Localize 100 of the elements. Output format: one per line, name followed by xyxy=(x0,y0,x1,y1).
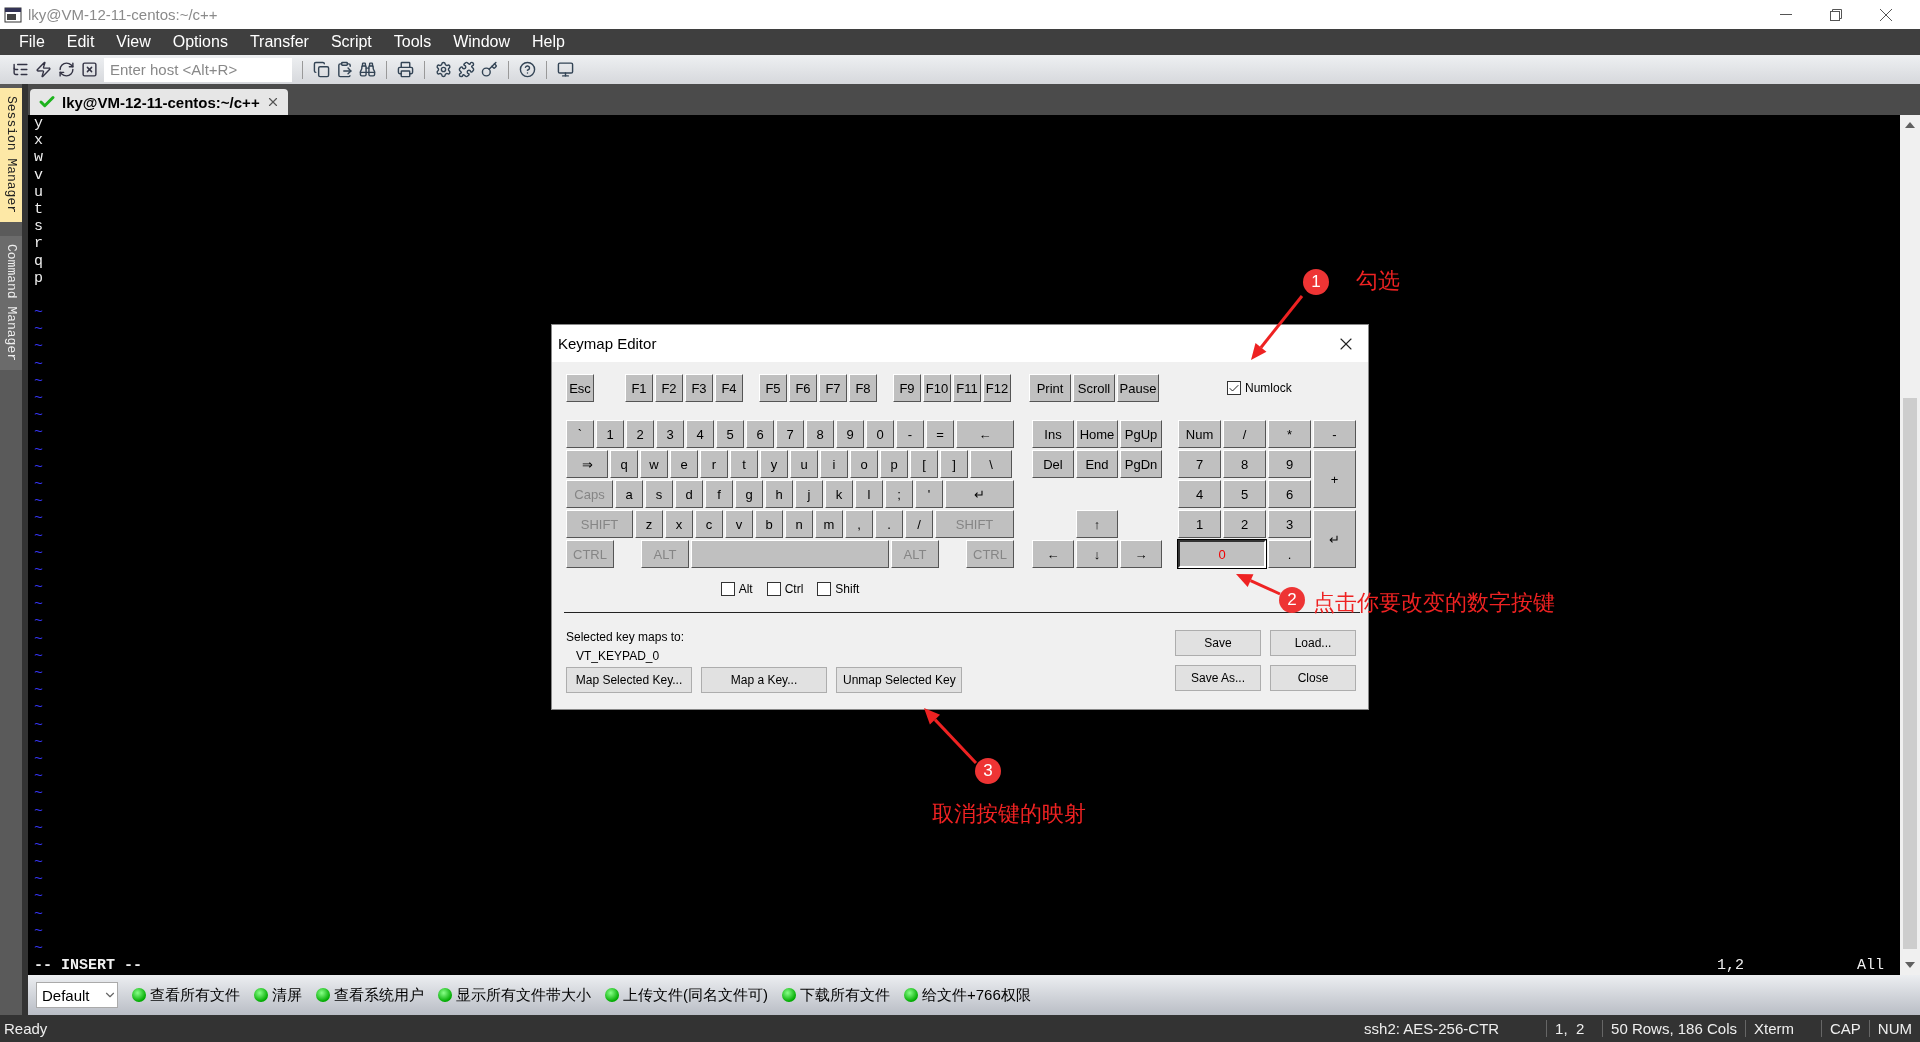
key[interactable]: F5 xyxy=(759,374,787,402)
key[interactable]: ] xyxy=(940,450,968,478)
key[interactable]: / xyxy=(1223,420,1266,448)
menu-item[interactable]: Window xyxy=(442,33,522,51)
command-button[interactable]: 上传文件(同名文件可) xyxy=(605,985,768,1005)
key[interactable]: a xyxy=(615,480,643,508)
key[interactable]: s xyxy=(645,480,673,508)
key[interactable]: F9 xyxy=(893,374,921,402)
scroll-down-icon[interactable] xyxy=(1905,962,1915,968)
dialog-button[interactable]: Save As... xyxy=(1175,665,1261,691)
key[interactable]: Scroll xyxy=(1073,374,1115,402)
key[interactable]: . xyxy=(1268,540,1311,568)
puzzle-icon[interactable] xyxy=(458,61,475,78)
key[interactable]: ↵ xyxy=(1313,510,1356,568)
key[interactable]: ← xyxy=(1032,540,1074,568)
key[interactable]: 0 xyxy=(866,420,894,448)
key[interactable]: c xyxy=(695,510,723,538)
key[interactable]: 9 xyxy=(1268,450,1311,478)
binoculars-icon[interactable] xyxy=(359,61,376,78)
menu-item[interactable]: Script xyxy=(319,33,383,51)
key[interactable]: i xyxy=(820,450,848,478)
key[interactable]: 4 xyxy=(686,420,714,448)
key[interactable]: Pause xyxy=(1117,374,1159,402)
numlock-checkbox[interactable]: Numlock xyxy=(1227,381,1292,395)
menu-item[interactable]: Transfer xyxy=(238,33,320,51)
key[interactable]: 3 xyxy=(656,420,684,448)
modifier-checkbox[interactable]: Alt xyxy=(720,582,753,596)
key[interactable]: 9 xyxy=(836,420,864,448)
key[interactable]: r xyxy=(700,450,728,478)
key[interactable]: End xyxy=(1076,450,1118,478)
dialog-button[interactable]: Load... xyxy=(1270,630,1356,656)
key[interactable]: ↓ xyxy=(1076,540,1118,568)
key[interactable]: / xyxy=(905,510,933,538)
key[interactable]: 2 xyxy=(1223,510,1266,538)
disconnect-icon[interactable] xyxy=(81,61,98,78)
copy-icon[interactable] xyxy=(313,61,330,78)
key[interactable]: ⇒ xyxy=(566,450,608,478)
key[interactable]: j xyxy=(795,480,823,508)
key[interactable]: f xyxy=(705,480,733,508)
key[interactable]: 3 xyxy=(1268,510,1311,538)
key[interactable]: m xyxy=(815,510,843,538)
modifier-checkbox[interactable]: Ctrl xyxy=(766,582,804,596)
key[interactable]: n xyxy=(785,510,813,538)
key[interactable]: \ xyxy=(970,450,1012,478)
menu-item[interactable]: Edit xyxy=(55,33,106,51)
button-bar-selector[interactable]: Default xyxy=(36,982,118,1008)
command-button[interactable]: 下载所有文件 xyxy=(782,985,890,1005)
key[interactable]: 4 xyxy=(1178,480,1221,508)
key[interactable]: F3 xyxy=(685,374,713,402)
key[interactable]: z xyxy=(635,510,663,538)
key[interactable]: = xyxy=(926,420,954,448)
help-icon[interactable] xyxy=(519,61,536,78)
menu-item[interactable]: Tools xyxy=(382,33,443,51)
key[interactable]: x xyxy=(665,510,693,538)
key[interactable]: 5 xyxy=(1223,480,1266,508)
key[interactable]: 8 xyxy=(806,420,834,448)
key[interactable]: y xyxy=(760,450,788,478)
key[interactable]: h xyxy=(765,480,793,508)
key[interactable]: p xyxy=(880,450,908,478)
key[interactable]: [ xyxy=(910,450,938,478)
minimize-icon[interactable] xyxy=(1780,13,1792,16)
key[interactable]: 6 xyxy=(746,420,774,448)
key[interactable]: → xyxy=(1120,540,1162,568)
key[interactable]: * xyxy=(1268,420,1311,448)
key[interactable]: F10 xyxy=(923,374,951,402)
command-button[interactable]: 查看所有文件 xyxy=(132,985,240,1005)
key[interactable]: - xyxy=(896,420,924,448)
key[interactable]: , xyxy=(845,510,873,538)
key[interactable]: - xyxy=(1313,420,1356,448)
paste-icon[interactable] xyxy=(336,61,353,78)
dialog-button[interactable]: Map a Key... xyxy=(701,667,827,693)
restore-icon[interactable] xyxy=(1830,8,1842,21)
key[interactable]: Esc xyxy=(566,374,594,402)
key[interactable]: 8 xyxy=(1223,450,1266,478)
key[interactable]: 5 xyxy=(716,420,744,448)
key[interactable]: g xyxy=(735,480,763,508)
key[interactable]: PgDn xyxy=(1120,450,1162,478)
monitor-icon[interactable] xyxy=(557,61,574,78)
session-tab[interactable]: lky@VM-12-11-centos:~/c++ xyxy=(30,89,288,115)
menu-item[interactable]: View xyxy=(105,33,162,51)
host-field[interactable]: Enter host <Alt+R> xyxy=(104,57,292,82)
key[interactable]: PgUp xyxy=(1120,420,1162,448)
key[interactable]: u xyxy=(790,450,818,478)
key[interactable]: + xyxy=(1313,450,1356,508)
key[interactable]: o xyxy=(850,450,878,478)
key[interactable]: b xyxy=(755,510,783,538)
key[interactable]: t xyxy=(730,450,758,478)
menu-item[interactable]: Options xyxy=(161,33,239,51)
key[interactable]: F2 xyxy=(655,374,683,402)
side-tab[interactable]: Command Manager xyxy=(0,236,22,370)
key[interactable]: F6 xyxy=(789,374,817,402)
key[interactable]: 2 xyxy=(626,420,654,448)
command-button[interactable]: 给文件+766权限 xyxy=(904,985,1031,1005)
refresh-icon[interactable] xyxy=(58,61,75,78)
settings-icon[interactable] xyxy=(435,61,452,78)
key[interactable]: ↑ xyxy=(1076,510,1118,538)
lightning-icon[interactable] xyxy=(35,61,52,78)
modifier-checkbox[interactable]: Shift xyxy=(817,582,860,596)
command-button[interactable]: 清屏 xyxy=(254,985,302,1005)
key[interactable]: Num xyxy=(1178,420,1221,448)
